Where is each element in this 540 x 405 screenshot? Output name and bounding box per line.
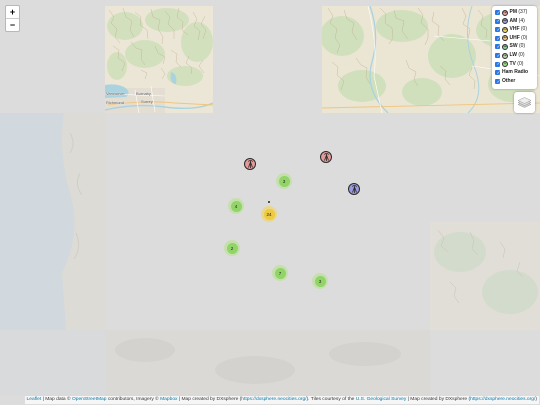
legend-count: (4) bbox=[517, 17, 525, 24]
legend-label: PM bbox=[509, 9, 518, 15]
map-tile-imagery bbox=[0, 113, 105, 330]
cluster-marker[interactable]: 3 bbox=[276, 173, 292, 189]
cluster-count: 3 bbox=[278, 175, 290, 187]
map-label-richmond: Richmond bbox=[106, 100, 125, 105]
tower-marker-pm[interactable] bbox=[320, 151, 332, 163]
dxsphere-link[interactable]: https://dxsphere.neocities.org/ bbox=[470, 397, 535, 402]
layers-icon bbox=[517, 97, 532, 108]
cluster-count: 4 bbox=[230, 200, 242, 212]
leaflet-link[interactable]: Leaflet bbox=[27, 397, 42, 402]
tower-marker-am[interactable] bbox=[348, 183, 360, 195]
legend-item-sw[interactable]: SW SW (0) bbox=[492, 43, 537, 51]
legend-count: (0) bbox=[517, 43, 526, 50]
dxsphere-link[interactable]: https://dxsphere.neocities.org/ bbox=[241, 397, 306, 402]
layers-control-button[interactable] bbox=[514, 92, 535, 113]
map-label-burnaby: Burnaby bbox=[136, 91, 151, 96]
legend-checkbox[interactable] bbox=[495, 18, 500, 24]
station-type-legend: PM PM (37) AM AM (4) VHF VHF (0) UHF UHF… bbox=[492, 6, 537, 89]
map-attribution: Leaflet | Map data © OpenStreetMap contr… bbox=[24, 396, 539, 404]
mapbox-link[interactable]: Mapbox bbox=[160, 397, 177, 402]
pm-icon: PM bbox=[502, 9, 508, 16]
usgs-link[interactable]: U.S. Geological Survey bbox=[356, 397, 407, 402]
map-tile-imagery bbox=[105, 330, 430, 396]
legend-item-ham-radio[interactable]: Ham Radio bbox=[492, 69, 537, 77]
legend-label: LW bbox=[509, 52, 518, 58]
legend-checkbox[interactable] bbox=[495, 61, 500, 67]
legend-count: (37) bbox=[517, 9, 528, 15]
cluster-marker[interactable]: 24 bbox=[261, 206, 277, 222]
legend-label: Ham Radio bbox=[502, 69, 529, 76]
legend-checkbox[interactable] bbox=[495, 44, 500, 50]
tower-icon bbox=[247, 160, 253, 168]
legend-checkbox[interactable] bbox=[495, 27, 500, 33]
map-tile-imagery bbox=[430, 222, 540, 330]
attribution-text: | Map data © bbox=[41, 397, 72, 402]
cluster-marker[interactable]: 4 bbox=[228, 198, 244, 214]
map[interactable]: Vancouver Burnaby Richmond Surrey 3 4 24… bbox=[0, 0, 540, 405]
cluster-count: 7 bbox=[274, 267, 286, 279]
legend-count: (0) bbox=[519, 26, 527, 33]
sw-icon: SW bbox=[502, 43, 508, 50]
lw-icon: LW bbox=[502, 52, 508, 59]
zoom-control: + − bbox=[5, 5, 20, 32]
tower-icon bbox=[351, 185, 357, 193]
legend-item-vhf[interactable]: VHF VHF (0) bbox=[492, 26, 537, 34]
legend-item-pm[interactable]: PM PM (37) bbox=[492, 9, 537, 17]
zoom-in-button[interactable]: + bbox=[6, 6, 19, 19]
legend-checkbox[interactable] bbox=[495, 36, 500, 42]
legend-checkbox[interactable] bbox=[495, 79, 500, 85]
attribution-text: contributors, Imagery © bbox=[106, 397, 161, 402]
legend-item-uhf[interactable]: UHF UHF (0) bbox=[492, 35, 537, 43]
cluster-marker[interactable]: 3 bbox=[312, 273, 328, 289]
legend-label: VHF bbox=[509, 26, 520, 33]
legend-checkbox[interactable] bbox=[495, 10, 500, 16]
tv-icon: TV bbox=[502, 61, 508, 68]
attribution-text: ). Tiles courtesy of the bbox=[306, 397, 356, 402]
attribution-text: ) bbox=[535, 397, 537, 402]
cluster-marker[interactable]: 2 bbox=[224, 240, 240, 256]
cluster-count: 2 bbox=[226, 242, 238, 254]
legend-item-other[interactable]: Other bbox=[492, 78, 537, 86]
legend-item-tv[interactable]: TV TV (0) bbox=[492, 61, 537, 69]
legend-item-am[interactable]: AM AM (4) bbox=[492, 18, 537, 26]
map-tile-imagery bbox=[0, 330, 105, 396]
legend-count: (0) bbox=[515, 60, 524, 67]
cluster-marker[interactable]: 7 bbox=[272, 265, 288, 281]
uhf-icon: UHF bbox=[502, 35, 508, 42]
legend-checkbox[interactable] bbox=[495, 70, 500, 76]
am-icon: AM bbox=[502, 18, 508, 25]
legend-label: SW bbox=[509, 43, 518, 50]
attribution-text: | Map created by DXsphere ( bbox=[177, 397, 242, 402]
legend-count: (0) bbox=[517, 52, 525, 58]
legend-label: UHF bbox=[509, 34, 520, 41]
legend-count: (0) bbox=[519, 34, 528, 41]
map-tile-topo: Vancouver Burnaby Richmond Surrey bbox=[105, 6, 213, 113]
legend-checkbox[interactable] bbox=[495, 53, 500, 59]
map-label-surrey: Surrey bbox=[141, 99, 153, 104]
zoom-out-button[interactable]: − bbox=[6, 19, 19, 31]
legend-label: Other bbox=[502, 77, 516, 84]
cluster-count: 24 bbox=[263, 208, 275, 220]
openstreetmap-link[interactable]: OpenStreetMap bbox=[72, 397, 107, 402]
location-dot[interactable] bbox=[268, 201, 271, 204]
legend-item-lw[interactable]: LW LW (0) bbox=[492, 52, 537, 60]
map-label-vancouver: Vancouver bbox=[106, 91, 125, 96]
tower-marker-pm[interactable] bbox=[244, 158, 256, 170]
tower-icon bbox=[323, 153, 329, 161]
attribution-text: | Map created by DXsphere ( bbox=[406, 397, 471, 402]
vhf-icon: VHF bbox=[502, 26, 508, 33]
cluster-count: 3 bbox=[314, 275, 326, 287]
